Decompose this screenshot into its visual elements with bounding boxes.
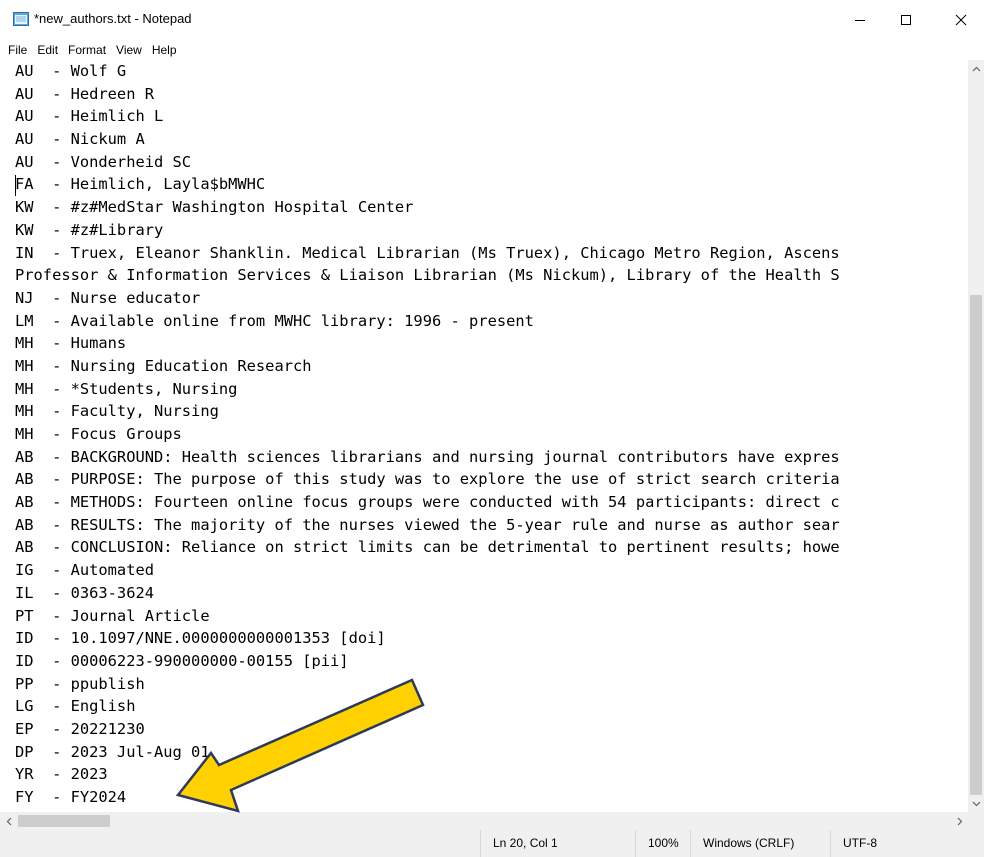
menu-view[interactable]: View (111, 40, 147, 60)
close-icon (955, 14, 967, 26)
status-bar: Ln 20, Col 1 100% Windows (CRLF) UTF-8 (0, 830, 984, 857)
menu-edit[interactable]: Edit (32, 40, 63, 60)
text-line: PT - Journal Article (15, 606, 210, 625)
text-line: KW - #z#Library (15, 220, 164, 239)
text-line: MH - Nursing Education Research (15, 356, 312, 375)
chevron-up-icon (972, 66, 980, 71)
text-line: FY - FY2024 (15, 788, 127, 806)
text-line: LM - Available online from MWHC library:… (15, 311, 534, 330)
chevron-left-icon (6, 817, 11, 825)
menu-bar: File Edit Format View Help (0, 40, 984, 60)
vertical-scroll-thumb[interactable] (970, 295, 982, 795)
cursor-position: Ln 20, Col 1 (480, 830, 635, 857)
editor-lines: AU - Wolf G AU - Hedreen R AU - Heimlich… (15, 60, 968, 809)
text-line: AB - METHODS: Fourteen online focus grou… (15, 493, 840, 512)
text-line: YR - 2023 (15, 765, 108, 784)
line-endings: Windows (CRLF) (690, 830, 830, 857)
text-line: IG - Automated (15, 561, 154, 580)
scroll-left-button[interactable] (0, 812, 17, 830)
text-line: AB - RESULTS: The majority of the nurses… (15, 515, 840, 534)
title-bar: *new_authors.txt - Notepad (0, 0, 984, 40)
text-line: Professor & Information Services & Liais… (15, 266, 840, 285)
text-caret (15, 175, 16, 196)
text-line: AU - Wolf G (15, 62, 127, 80)
text-line: AU - Heimlich L (15, 107, 164, 126)
menu-file[interactable]: File (3, 40, 32, 60)
text-line: LG - English (15, 697, 136, 716)
text-line: MH - Humans (15, 334, 127, 353)
notepad-icon (13, 12, 29, 26)
text-line: FA - Heimlich, Layla$bMWHC (15, 175, 266, 194)
text-line: MH - *Students, Nursing (15, 379, 238, 398)
scrollbar-corner (968, 812, 984, 830)
scroll-right-button[interactable] (951, 812, 968, 830)
text-line: MH - Faculty, Nursing (15, 402, 219, 421)
maximize-button[interactable] (883, 0, 929, 40)
menu-help[interactable]: Help (147, 40, 182, 60)
text-line: NJ - Nurse educator (15, 288, 201, 307)
text-line: AB - CONCLUSION: Reliance on strict limi… (15, 538, 840, 557)
text-line: ID - 00006223-990000000-00155 [pii] (15, 651, 349, 670)
text-line: IN - Truex, Eleanor Shanklin. Medical Li… (15, 243, 840, 262)
text-line: EP - 20221230 (15, 719, 145, 738)
horizontal-scroll-thumb[interactable] (18, 815, 110, 827)
vertical-scrollbar[interactable] (968, 60, 984, 812)
chevron-right-icon (957, 817, 962, 825)
text-line: AB - BACKGROUND: Health sciences librari… (15, 447, 840, 466)
zoom-level: 100% (635, 830, 690, 857)
horizontal-scrollbar[interactable] (0, 812, 968, 830)
text-line: IL - 0363-3624 (15, 583, 154, 602)
notepad-window: *new_authors.txt - Notepad File Edit For… (0, 0, 984, 857)
maximize-icon (901, 15, 911, 25)
text-line: AB - PURPOSE: The purpose of this study … (15, 470, 840, 489)
window-title: *new_authors.txt - Notepad (34, 11, 192, 26)
text-encoding: UTF-8 (830, 830, 984, 857)
text-line: AU - Hedreen R (15, 84, 154, 103)
text-line: AU - Vonderheid SC (15, 152, 192, 171)
text-line: DP - 2023 Jul-Aug 01 (15, 742, 210, 761)
close-button[interactable] (938, 0, 984, 40)
text-editor[interactable]: AU - Wolf G AU - Hedreen R AU - Heimlich… (0, 60, 968, 812)
text-line: MH - Focus Groups (15, 425, 182, 443)
minimize-button[interactable] (837, 0, 883, 40)
scroll-up-button[interactable] (968, 60, 984, 77)
text-line: AU - Nickum A (15, 130, 145, 149)
minimize-icon (855, 20, 865, 21)
scroll-down-button[interactable] (968, 795, 984, 812)
chevron-down-icon (972, 801, 980, 806)
text-line: ID - 10.1097/NNE.0000000000001353 [doi] (15, 629, 386, 648)
text-line: KW - #z#MedStar Washington Hospital Cent… (15, 198, 414, 217)
text-line: PP - ppublish (15, 674, 145, 693)
menu-format[interactable]: Format (63, 40, 111, 60)
